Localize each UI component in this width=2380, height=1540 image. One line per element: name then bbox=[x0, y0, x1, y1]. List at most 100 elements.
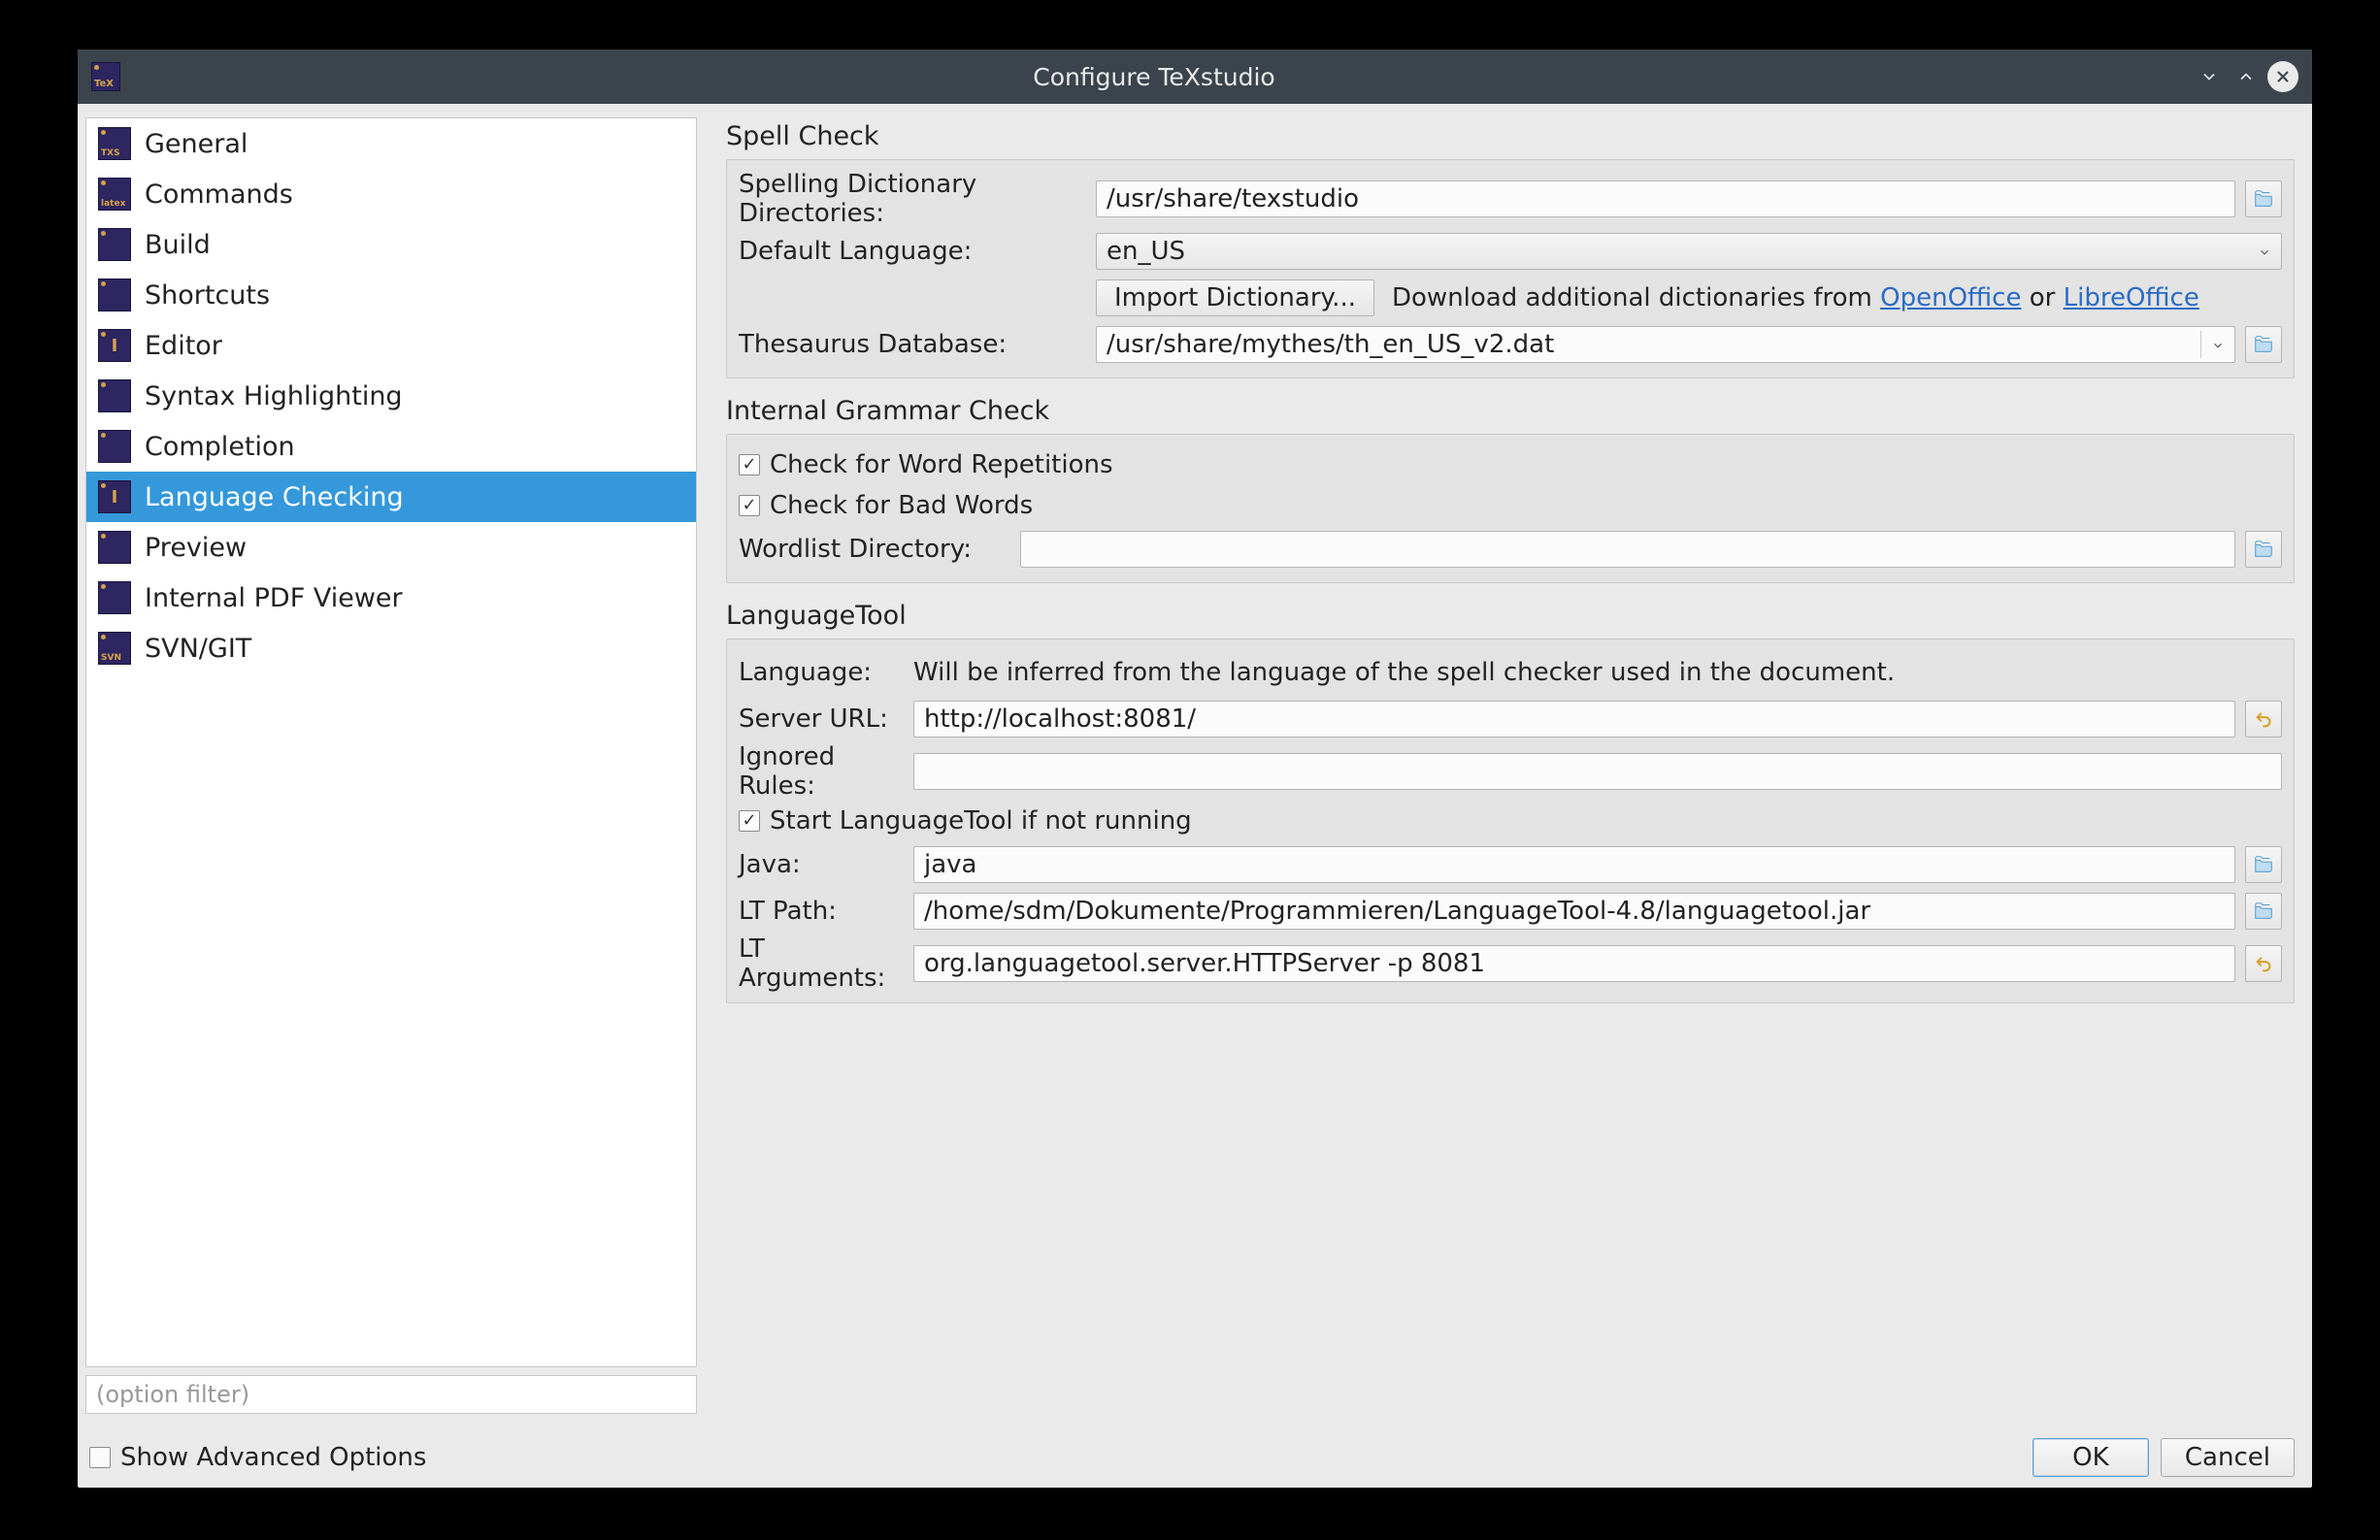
category-icon: latex bbox=[98, 178, 131, 211]
close-icon bbox=[2273, 67, 2293, 86]
lt-java-input[interactable] bbox=[913, 846, 2235, 883]
section-title-grammar: Internal Grammar Check bbox=[726, 396, 2295, 426]
thesaurus-label: Thesaurus Database: bbox=[739, 330, 1086, 359]
show-advanced-checkbox[interactable] bbox=[89, 1447, 111, 1468]
undo-icon bbox=[2253, 708, 2274, 730]
thesaurus-combo[interactable]: /usr/share/mythes/th_en_US_v2.dat bbox=[1096, 326, 2235, 363]
folder-open-icon bbox=[2253, 901, 2274, 922]
dialog-footer: Show Advanced Options OK Cancel bbox=[78, 1427, 2312, 1488]
folder-open-icon bbox=[2253, 334, 2274, 355]
app-icon bbox=[91, 62, 120, 91]
lt-server-reset-button[interactable] bbox=[2245, 701, 2282, 737]
sidebar-item-language-checking[interactable]: I Language Checking bbox=[86, 472, 696, 522]
combo-value: /usr/share/mythes/th_en_US_v2.dat bbox=[1107, 330, 1554, 359]
word-repetitions-checkbox[interactable] bbox=[739, 454, 760, 475]
sidebar-item-label: Syntax Highlighting bbox=[145, 381, 403, 411]
category-icon: TXS bbox=[98, 127, 131, 160]
category-icon bbox=[98, 279, 131, 311]
lt-path-input[interactable] bbox=[913, 893, 2235, 930]
sidebar-item-label: Build bbox=[145, 230, 211, 260]
lt-start-checkbox[interactable] bbox=[739, 810, 760, 832]
libreoffice-link[interactable]: LibreOffice bbox=[2064, 283, 2199, 312]
default-language-combo[interactable]: en_US bbox=[1096, 233, 2282, 270]
folder-open-icon bbox=[2253, 854, 2274, 875]
dict-dir-label: Spelling Dictionary Directories: bbox=[739, 170, 1086, 228]
lt-server-label: Server URL: bbox=[739, 704, 904, 734]
bad-words-label: Check for Bad Words bbox=[770, 491, 1033, 520]
sidebar-item-shortcuts[interactable]: Shortcuts bbox=[86, 270, 696, 320]
sidebar-item-label: Language Checking bbox=[145, 482, 404, 512]
category-icon bbox=[98, 430, 131, 463]
show-advanced-label: Show Advanced Options bbox=[120, 1443, 426, 1472]
import-dictionary-button[interactable]: Import Dictionary... bbox=[1096, 279, 1374, 316]
sidebar-area: TXS General latex Commands Build Shortcu… bbox=[78, 104, 697, 1427]
minimize-button[interactable] bbox=[2194, 61, 2225, 92]
category-icon: SVN bbox=[98, 632, 131, 665]
lt-language-label: Language: bbox=[739, 658, 904, 687]
sidebar-item-label: Preview bbox=[145, 533, 247, 563]
cancel-button[interactable]: Cancel bbox=[2161, 1438, 2295, 1477]
lt-args-label: LT Arguments: bbox=[739, 934, 904, 993]
category-icon: I bbox=[98, 329, 131, 362]
chevron-down-icon bbox=[2211, 330, 2225, 359]
category-icon bbox=[98, 531, 131, 564]
sidebar-item-label: Commands bbox=[145, 180, 293, 210]
sidebar-item-commands[interactable]: latex Commands bbox=[86, 169, 696, 219]
undo-icon bbox=[2253, 953, 2274, 974]
bad-words-checkbox[interactable] bbox=[739, 495, 760, 516]
category-icon: I bbox=[98, 480, 131, 513]
sidebar-item-general[interactable]: TXS General bbox=[86, 118, 696, 169]
languagetool-group: Language: Will be inferred from the lang… bbox=[726, 639, 2295, 1003]
lt-path-browse-button[interactable] bbox=[2245, 893, 2282, 930]
wordlist-dir-input[interactable] bbox=[1020, 531, 2235, 568]
settings-content: Spell Check Spelling Dictionary Director… bbox=[697, 104, 2312, 1427]
folder-open-icon bbox=[2253, 539, 2274, 560]
dict-dir-browse-button[interactable] bbox=[2245, 180, 2282, 217]
category-list[interactable]: TXS General latex Commands Build Shortcu… bbox=[85, 117, 697, 1367]
sidebar-item-editor[interactable]: I Editor bbox=[86, 320, 696, 371]
sidebar-item-label: Internal PDF Viewer bbox=[145, 583, 403, 613]
section-title-languagetool: LanguageTool bbox=[726, 601, 2295, 631]
category-icon bbox=[98, 379, 131, 412]
lt-path-label: LT Path: bbox=[739, 897, 904, 926]
lt-start-label: Start LanguageTool if not running bbox=[770, 806, 1192, 836]
sidebar-item-label: SVN/GIT bbox=[145, 634, 251, 664]
close-button[interactable] bbox=[2267, 61, 2298, 92]
sidebar-item-internal-pdf-viewer[interactable]: Internal PDF Viewer bbox=[86, 573, 696, 623]
sidebar-item-completion[interactable]: Completion bbox=[86, 421, 696, 472]
lt-java-browse-button[interactable] bbox=[2245, 846, 2282, 883]
sidebar-item-build[interactable]: Build bbox=[86, 219, 696, 270]
dialog-body: TXS General latex Commands Build Shortcu… bbox=[78, 104, 2312, 1427]
openoffice-link[interactable]: OpenOffice bbox=[1880, 283, 2021, 312]
wordlist-browse-button[interactable] bbox=[2245, 531, 2282, 568]
lt-args-reset-button[interactable] bbox=[2245, 945, 2282, 982]
ok-button[interactable]: OK bbox=[2033, 1438, 2149, 1477]
combo-value: en_US bbox=[1107, 237, 1185, 266]
sidebar-item-label: Shortcuts bbox=[145, 280, 270, 311]
category-icon bbox=[98, 581, 131, 614]
option-filter-input[interactable] bbox=[85, 1375, 697, 1414]
sidebar-item-syntax-highlighting[interactable]: Syntax Highlighting bbox=[86, 371, 696, 421]
lt-ignored-input[interactable] bbox=[913, 753, 2282, 790]
lt-server-input[interactable] bbox=[913, 701, 2235, 737]
section-title-spell-check: Spell Check bbox=[726, 121, 2295, 151]
download-dictionaries-text: Download additional dictionaries from Op… bbox=[1392, 283, 2199, 312]
category-icon bbox=[98, 228, 131, 261]
maximize-button[interactable] bbox=[2231, 61, 2262, 92]
window-title: Configure TeXstudio bbox=[120, 63, 2188, 91]
lt-ignored-label: Ignored Rules: bbox=[739, 742, 904, 801]
configure-dialog: Configure TeXstudio TXS General latex Co… bbox=[78, 49, 2312, 1488]
lt-language-info: Will be inferred from the language of th… bbox=[913, 658, 1895, 687]
sidebar-item-svn-git[interactable]: SVN SVN/GIT bbox=[86, 623, 696, 673]
sidebar-item-preview[interactable]: Preview bbox=[86, 522, 696, 573]
thesaurus-browse-button[interactable] bbox=[2245, 326, 2282, 363]
sidebar-item-label: Editor bbox=[145, 331, 222, 361]
chevron-up-icon bbox=[2236, 67, 2256, 86]
chevron-down-icon bbox=[2199, 67, 2219, 86]
lt-args-input[interactable] bbox=[913, 945, 2235, 982]
dict-dir-input[interactable] bbox=[1096, 180, 2235, 217]
default-language-label: Default Language: bbox=[739, 237, 1086, 266]
sidebar-item-label: Completion bbox=[145, 432, 295, 462]
titlebar: Configure TeXstudio bbox=[78, 49, 2312, 104]
word-repetitions-label: Check for Word Repetitions bbox=[770, 450, 1113, 479]
